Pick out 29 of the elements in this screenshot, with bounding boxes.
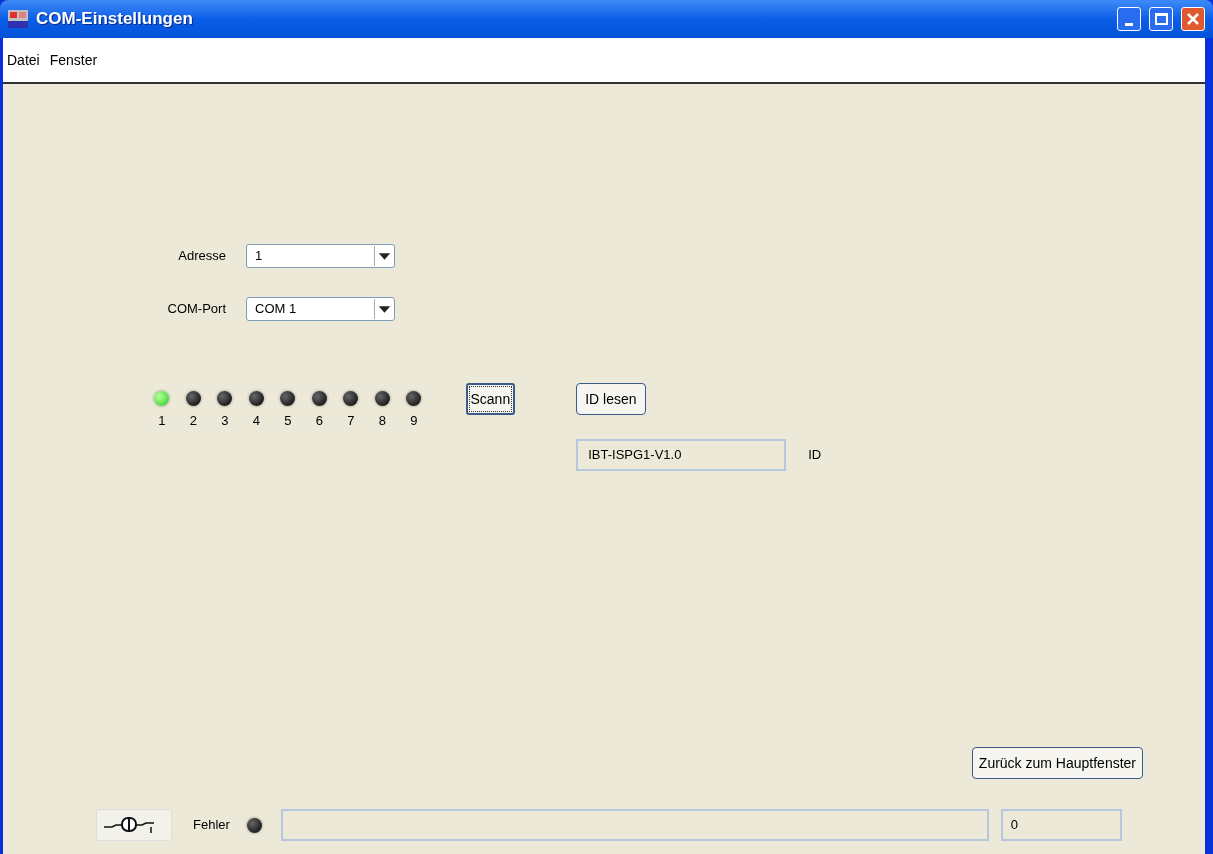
led-number: 6 <box>315 412 323 430</box>
scan-button[interactable]: Scann <box>465 383 516 415</box>
app-icon <box>8 10 28 28</box>
window-title: COM-Einstellungen <box>36 8 193 31</box>
led-number: 3 <box>221 412 229 430</box>
led-number: 5 <box>284 412 292 430</box>
id-label: ID <box>808 446 822 465</box>
led-number: 9 <box>410 412 418 430</box>
led-number: 4 <box>252 412 260 430</box>
count-field: 0 <box>1000 809 1122 841</box>
led-number: 2 <box>189 412 197 430</box>
back-to-main-window-button[interactable]: Zurück zum Hauptfenster <box>971 747 1143 779</box>
menu-item[interactable]: Fenster <box>49 49 98 71</box>
read-id-button[interactable]: ID lesen <box>576 383 646 415</box>
error-label: Fehler <box>193 816 230 835</box>
close-button[interactable] <box>1181 7 1205 31</box>
field-label: COM-Port <box>166 300 227 319</box>
menu-item[interactable]: Datei <box>7 49 40 71</box>
minimize-button[interactable] <box>1117 7 1141 31</box>
dropdown[interactable]: 1 <box>246 244 395 268</box>
led-number: 1 <box>158 412 166 430</box>
connection-button[interactable] <box>96 809 172 841</box>
id-field: IBT-ISPG1-V1.0 <box>576 439 787 471</box>
led-number: 7 <box>347 412 355 430</box>
led-number: 8 <box>378 412 386 430</box>
maximize-button[interactable] <box>1149 7 1173 31</box>
close-icon <box>1186 12 1200 26</box>
dropdown[interactable]: COM 1 <box>246 297 395 321</box>
field-label: Adresse <box>177 247 227 266</box>
